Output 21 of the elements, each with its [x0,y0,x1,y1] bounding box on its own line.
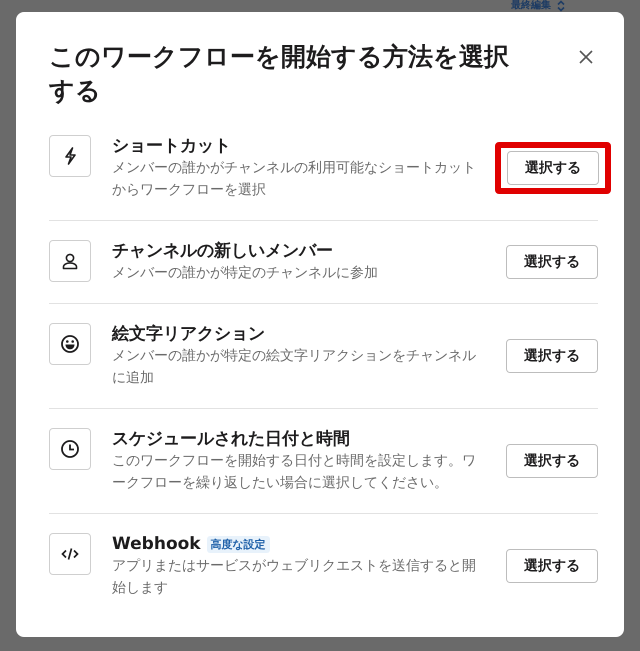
clock-icon [60,439,80,459]
option-title: スケジュールされた日付と時間 [112,428,350,450]
option-title: チャンネルの新しいメンバー [112,240,333,262]
dialog-title: このワークフローを開始する方法を選択する [49,41,510,107]
option-title: 絵文字リアクション [112,323,265,345]
option-description: アプリまたはサービスがウェブリクエストを送信すると開始します [112,557,477,598]
close-icon[interactable] [578,49,594,65]
select-button[interactable]: 選択する [506,245,598,279]
select-button[interactable]: 選択する [506,444,598,478]
option-description: メンバーの誰かが特定の絵文字リアクションをチャンネルに追加 [112,347,477,388]
select-button[interactable]: 選択する [506,549,598,583]
option-description: メンバーの誰かがチャンネルの利用可能なショートカットからワークフローを選択 [112,159,477,200]
option-description: このワークフローを開始する日付と時間を設定します。ワークフローを繰り返したい場合に選択してください。 [112,452,477,493]
person-icon [60,251,80,271]
option-title: Webhook [112,533,201,555]
select-button[interactable]: 選択する [506,339,598,373]
advanced-badge: 高度な設定 [206,536,270,552]
option-title: ショートカット [112,135,231,157]
smiley-icon [60,334,80,354]
select-button[interactable]: 選択する [507,151,599,185]
option-description: メンバーの誰かが特定のチャンネルに参加 [112,264,379,283]
